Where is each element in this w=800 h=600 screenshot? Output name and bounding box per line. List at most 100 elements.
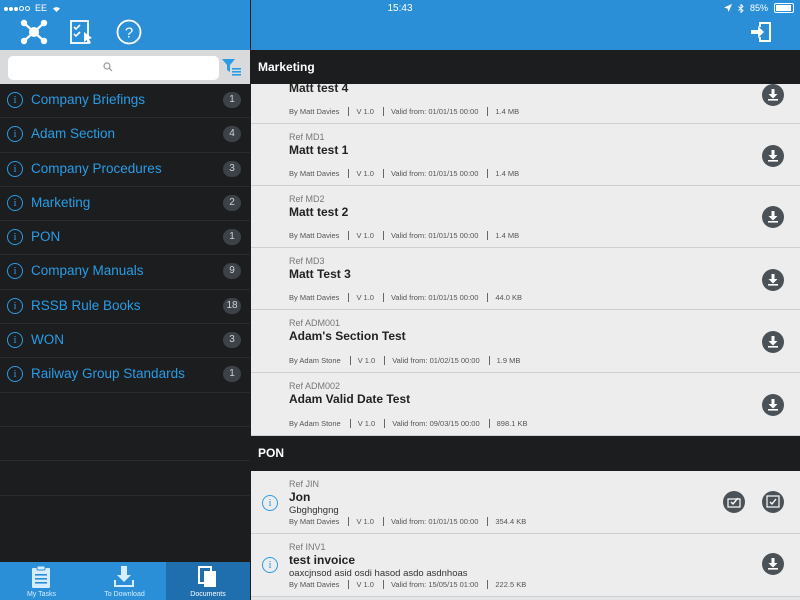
document-title: Matt test 1 (289, 143, 349, 157)
category-item-railway-group-standards[interactable]: i Railway Group Standards 1 (0, 358, 250, 393)
document-size: 1.9 MB (488, 356, 520, 365)
document-row[interactable]: i Ref INV1 test invoice oaxcjnsod asid o… (251, 534, 800, 597)
category-label: RSSB Rule Books (31, 297, 141, 313)
document-row[interactable]: Ref MD3 Matt Test 3 By Matt Davies V 1.0 V… (251, 248, 800, 310)
category-item-company-manuals[interactable]: i Company Manuals 9 (0, 255, 250, 290)
tab-label: Documents (190, 591, 226, 598)
document-version: V 1.0 (349, 356, 375, 365)
document-ref: Ref ADM001 (289, 318, 341, 328)
download-icon[interactable] (762, 84, 784, 106)
search-icon (103, 62, 113, 72)
document-row[interactable]: Ref MD2 Matt test 2 By Matt Davies V 1.0 V… (251, 186, 800, 248)
download-icon[interactable] (762, 331, 784, 353)
category-label: Company Manuals (31, 263, 144, 279)
document-title: Matt test 2 (289, 205, 349, 219)
document-ref: Ref INV1 (289, 542, 326, 552)
tab-to-download[interactable]: To Download (83, 562, 166, 600)
category-count-badge: 1 (223, 229, 241, 246)
info-icon[interactable]: i (7, 332, 23, 349)
category-count-badge: 1 (223, 366, 241, 383)
download-icon[interactable] (762, 269, 784, 291)
document-meta: By Matt Davies V 1.0 Valid from: 01/01/15 … (289, 293, 522, 302)
info-icon[interactable]: i (262, 495, 278, 511)
document-meta: By Matt Davies V 1.0 Valid from: 01/01/15 … (289, 517, 526, 526)
section-header-pon: PON (251, 436, 800, 471)
document-row[interactable]: Ref ADM001 Adam's Section Test By Adam S… (251, 310, 800, 373)
document-row[interactable]: Matt test 4 By Matt Davies V 1.0 Valid fro… (251, 81, 800, 124)
document-valid-from: Valid from: 01/02/15 00:00 (384, 356, 480, 365)
document-row[interactable]: i Ref JIN Jon Gbghghgng By Matt Davies V … (251, 471, 800, 534)
category-list: i Company Briefings 1 i Adam Section 4 i Comp… (0, 84, 250, 496)
document-size: 1.4 MB (487, 231, 519, 240)
info-icon[interactable]: i (7, 126, 23, 143)
category-label: PON (31, 229, 61, 245)
category-item-company-procedures[interactable]: i Company Procedures 3 (0, 153, 250, 187)
category-label: Railway Group Standards (31, 366, 185, 382)
info-icon[interactable]: i (7, 229, 23, 246)
document-valid-from: Valid from: 15/05/15 01:00 (382, 580, 478, 589)
category-count-badge: 1 (223, 92, 241, 108)
document-row[interactable]: Ref ADM002 Adam Valid Date Test By Adam … (251, 373, 800, 436)
info-icon[interactable]: i (7, 297, 23, 314)
info-icon[interactable]: i (7, 194, 23, 211)
document-valid-from: Valid from: 01/01/15 00:00 (382, 517, 478, 526)
category-count-badge: 2 (223, 194, 241, 211)
info-icon[interactable]: i (7, 263, 23, 280)
document-meta: By Adam Stone V 1.0 Valid from: 09/03/15 0… (289, 419, 528, 428)
category-item-pon[interactable]: i PON 1 (0, 221, 250, 256)
network-icon[interactable] (20, 18, 48, 46)
category-item-rssb-rule-books[interactable]: i RSSB Rule Books 18 (0, 290, 250, 325)
info-icon[interactable]: i (262, 557, 278, 573)
document-version: V 1.0 (348, 169, 374, 178)
document-author: By Adam Stone (289, 356, 341, 365)
document-title: test invoice (289, 553, 356, 567)
document-ref: Ref JIN (289, 479, 320, 489)
document-valid-from: Valid from: 01/01/15 00:00 (382, 293, 478, 302)
document-row[interactable]: Ref MD1 Matt test 1 By Matt Davies V 1.0 V… (251, 124, 800, 186)
category-label: Marketing (31, 194, 91, 210)
info-icon[interactable]: i (7, 366, 23, 383)
download-icon[interactable] (762, 394, 784, 416)
document-version: V 1.0 (348, 107, 374, 116)
tab-bar: My Tasks To Download Documents (0, 562, 250, 600)
tab-my-tasks[interactable]: My Tasks (0, 562, 83, 600)
battery-fill (776, 5, 792, 11)
document-title: Adam Valid Date Test (289, 392, 411, 406)
info-icon[interactable]: i (7, 160, 23, 177)
category-count-badge: 3 (223, 160, 241, 177)
download-icon[interactable] (762, 206, 784, 228)
category-count-badge: 9 (223, 263, 241, 280)
download-icon[interactable] (762, 145, 784, 167)
filter-icon[interactable] (222, 59, 242, 77)
read-confirm-icon[interactable] (762, 491, 784, 513)
document-size: 44.0 KB (487, 293, 522, 302)
approve-icon[interactable] (723, 491, 745, 513)
category-item-won[interactable]: i WON 3 (0, 324, 250, 359)
logout-icon[interactable] (750, 20, 774, 44)
document-size: 1.4 MB (487, 107, 519, 116)
checklist-icon[interactable] (67, 18, 95, 46)
download-icon[interactable] (762, 553, 784, 575)
info-icon[interactable]: i (7, 92, 23, 108)
tab-documents[interactable]: Documents (166, 562, 250, 600)
search-input[interactable] (8, 56, 219, 80)
status-time: 15:43 (387, 3, 413, 14)
document-valid-from: Valid from: 01/01/15 00:00 (382, 107, 478, 116)
category-item-adam-section[interactable]: i Adam Section 4 (0, 118, 250, 153)
document-description: Gbghghgng (289, 505, 339, 516)
document-meta: By Matt Davies V 1.0 Valid from: 01/01/15 … (289, 107, 519, 116)
category-label: Company Procedures (31, 160, 162, 176)
document-title: Adam's Section Test (289, 329, 406, 343)
document-version: V 1.0 (348, 580, 374, 589)
document-title: Matt test 4 (289, 81, 349, 95)
document-title: Matt Test 3 (289, 267, 351, 281)
download-tray-icon (114, 566, 134, 587)
clipboard-icon (32, 565, 50, 588)
category-item-marketing[interactable]: i Marketing 2 (0, 187, 250, 222)
category-item-company-briefings[interactable]: i Company Briefings 1 (0, 84, 250, 119)
section-header-marketing: Marketing (251, 50, 800, 84)
document-size: 354.4 KB (487, 517, 526, 526)
category-label: WON (31, 332, 64, 348)
main-panel: Marketing Matt test 4 By Matt Davies V 1.… (251, 0, 800, 600)
help-icon[interactable]: ? (115, 18, 143, 46)
